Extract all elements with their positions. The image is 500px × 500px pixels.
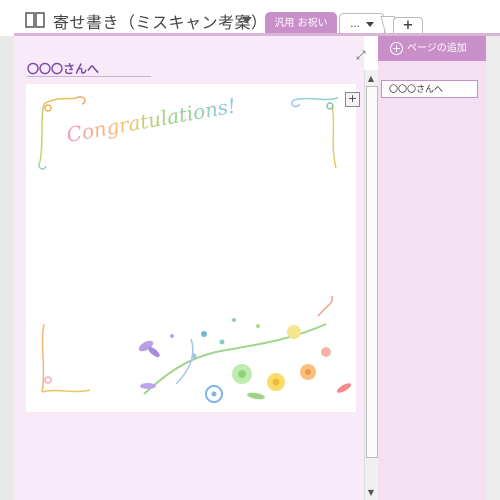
scroll-thumb[interactable] (366, 86, 378, 458)
floral-arrangement (138, 295, 352, 403)
page-title-underline (27, 76, 151, 77)
page-title[interactable]: 〇〇〇さんへ (27, 60, 99, 77)
add-space-icon[interactable]: + (345, 92, 360, 107)
scroll-down-icon[interactable]: ▼ (364, 486, 378, 500)
corner-ornament-top-right (291, 97, 339, 169)
notebook-icon (25, 12, 45, 29)
left-margin (0, 36, 14, 500)
scroll-up-icon[interactable]: ▲ (364, 72, 378, 86)
pages-pane (378, 36, 486, 500)
more-label: ... (350, 19, 360, 30)
add-page-button[interactable]: + ページの追加 (378, 36, 486, 61)
window-edge (486, 36, 500, 500)
greeting-card-image: Congratulations! (26, 84, 356, 412)
notebook-title[interactable]: 寄せ書き（ミスキャン考案） (53, 9, 268, 33)
section-tab-active[interactable]: 汎用 お祝い (265, 12, 337, 35)
expand-icon[interactable]: ⤢ (356, 48, 366, 63)
notebook-dropdown-icon[interactable] (242, 17, 252, 23)
section-tab-more[interactable]: ... (339, 13, 385, 35)
plus-circle-icon: + (390, 41, 403, 55)
add-page-label: ページの追加 (407, 43, 467, 54)
congratulations-text: Congratulations! (65, 94, 238, 147)
svg-text:Congratulations!: Congratulations! (65, 94, 238, 147)
page-list-item[interactable]: 〇〇〇さんへ (381, 80, 478, 98)
corner-ornament-bottom-left (41, 323, 91, 393)
chevron-down-icon (365, 21, 374, 27)
